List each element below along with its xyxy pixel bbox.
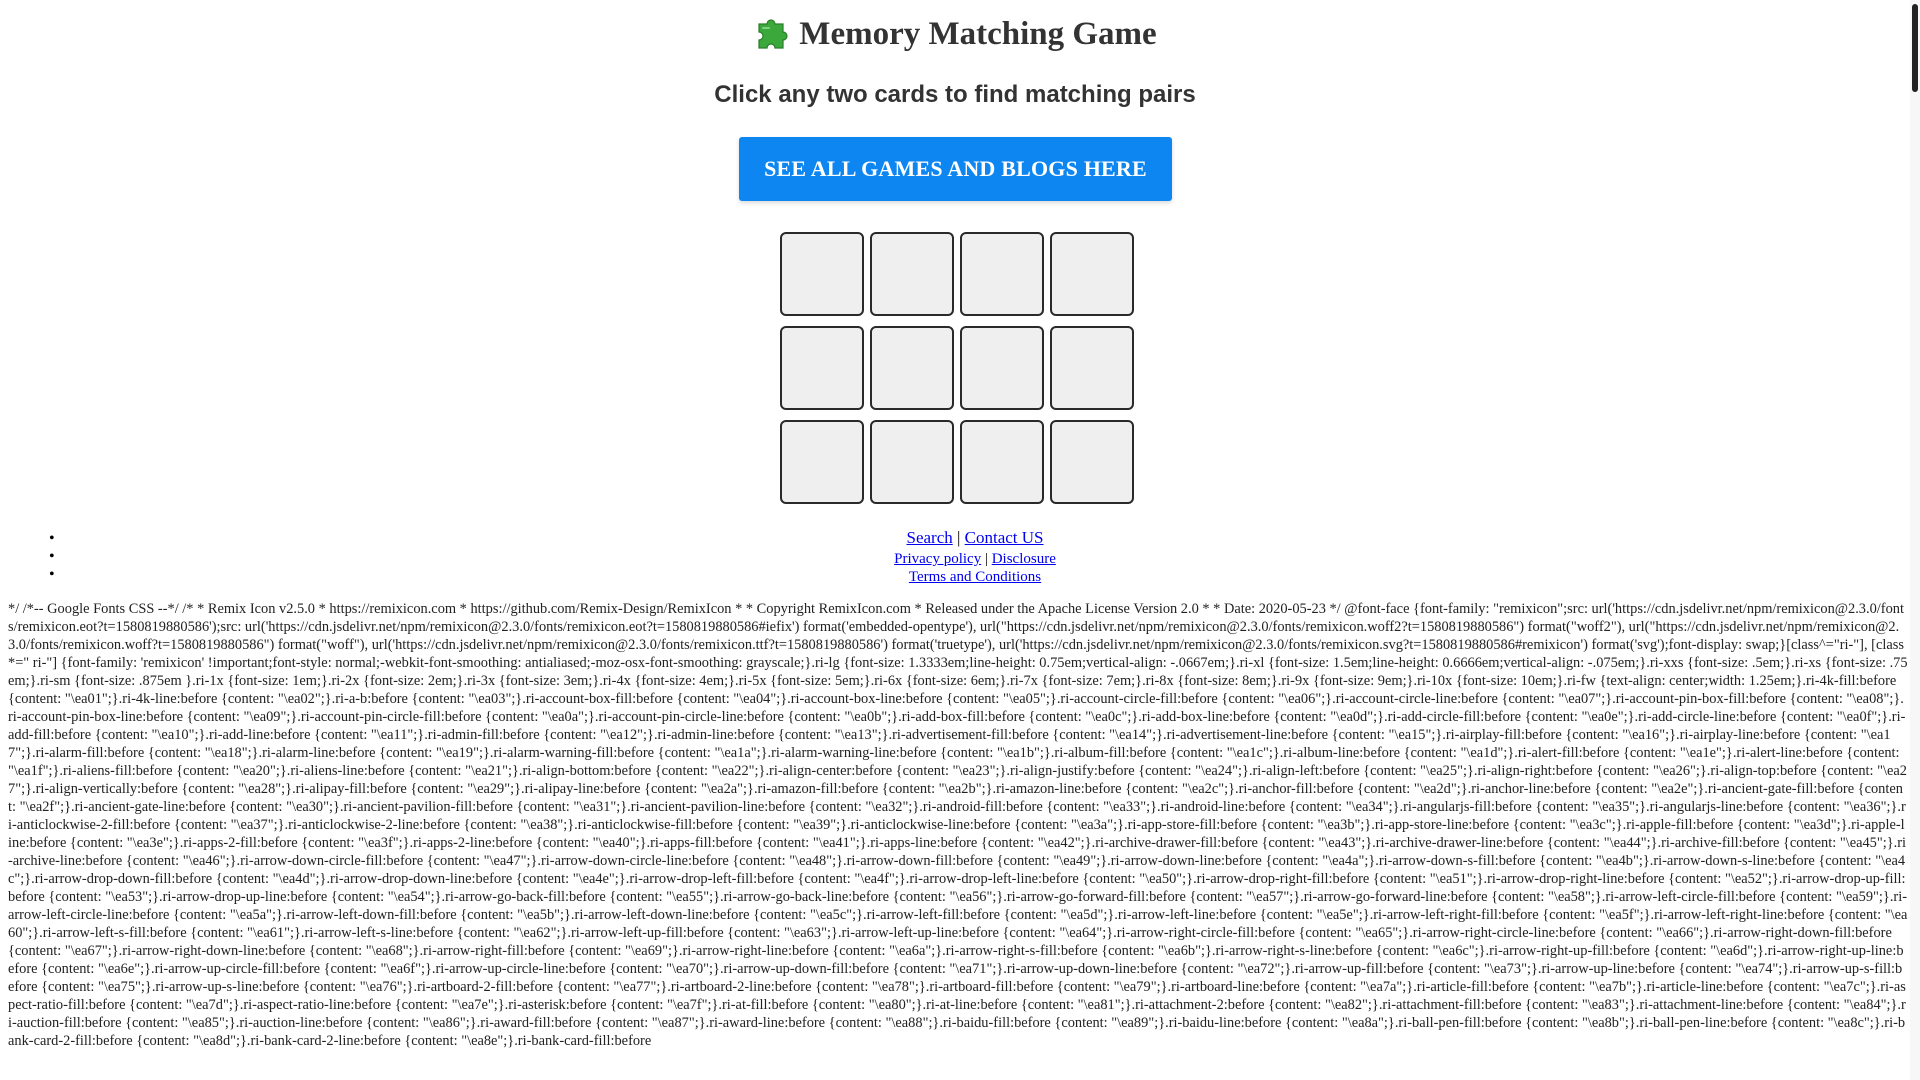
memory-card[interactable]	[780, 232, 864, 316]
raw-css-text: */ /*-- Google Fonts CSS --*/ /* * Remix…	[8, 601, 1908, 1049]
memory-card[interactable]	[1050, 420, 1134, 504]
page: Memory Matching Game Click any two cards…	[0, 0, 1920, 1080]
page-subtitle: Click any two cards to find matching pai…	[714, 81, 1196, 108]
bullet-marker: •	[49, 566, 55, 583]
link-separator: |	[984, 551, 988, 567]
terms-link[interactable]: Terms and Conditions	[909, 569, 1041, 585]
title-text: Memory Matching Game	[799, 16, 1157, 52]
memory-card[interactable]	[870, 326, 954, 410]
search-link[interactable]: Search	[906, 528, 952, 547]
footer-row-1: Search | Contact US	[760, 526, 1190, 550]
vertical-scrollbar[interactable]	[1910, 0, 1920, 1080]
link-separator: |	[957, 528, 961, 547]
footer-links: Search | Contact US Privacy policy | Dis…	[760, 526, 1190, 586]
disclosure-link[interactable]: Disclosure	[992, 551, 1056, 567]
memory-card[interactable]	[870, 232, 954, 316]
contact-link[interactable]: Contact US	[965, 528, 1044, 547]
scrollbar-thumb[interactable]	[1912, 4, 1918, 92]
bullet-marker: •	[49, 548, 55, 565]
footer-row-3: Terms and Conditions	[760, 568, 1190, 586]
see-all-games-button[interactable]: SEE ALL GAMES AND BLOGS HERE	[739, 137, 1172, 201]
bullet-marker: •	[49, 530, 55, 547]
footer-row-2: Privacy policy | Disclosure	[760, 550, 1190, 568]
memory-card[interactable]	[960, 326, 1044, 410]
memory-card[interactable]	[960, 420, 1044, 504]
puzzle-piece-icon	[753, 12, 791, 62]
footer-bullet-list: • • •	[49, 530, 55, 584]
memory-card[interactable]	[1050, 232, 1134, 316]
memory-card[interactable]	[1050, 326, 1134, 410]
memory-card[interactable]	[780, 326, 864, 410]
card-board	[780, 232, 1134, 504]
memory-card[interactable]	[780, 420, 864, 504]
memory-card[interactable]	[960, 232, 1044, 316]
privacy-policy-link[interactable]: Privacy policy	[894, 551, 981, 567]
page-title: Memory Matching Game	[0, 12, 1910, 62]
memory-card[interactable]	[870, 420, 954, 504]
